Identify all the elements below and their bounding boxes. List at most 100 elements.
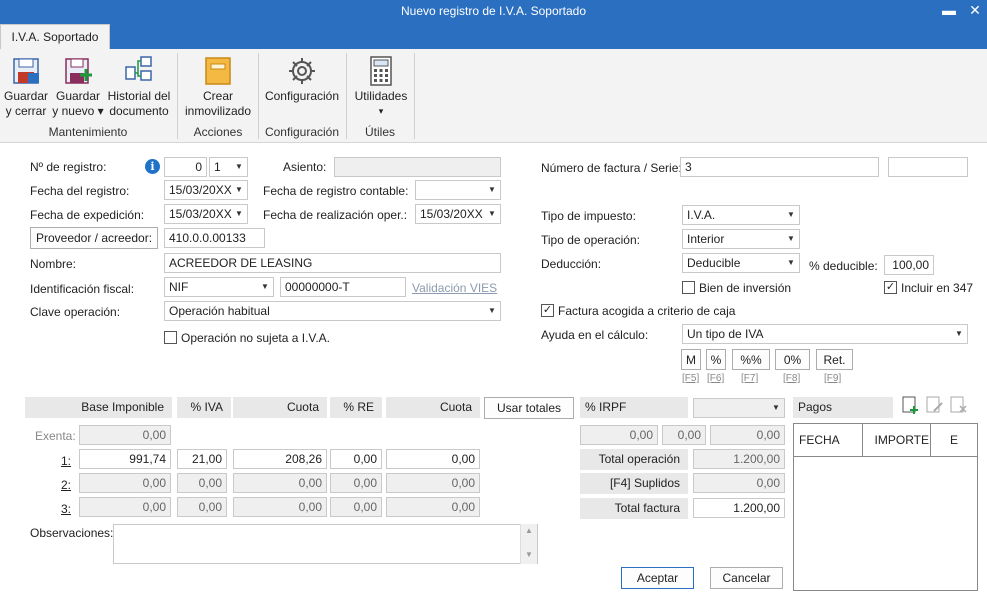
- total-factura-value[interactable]: 1.200,00: [693, 498, 785, 518]
- calc-pctpct-button[interactable]: %%: [732, 349, 770, 370]
- calc-pct-button[interactable]: %: [706, 349, 726, 370]
- key-hint-f9: [F9]: [824, 373, 842, 384]
- fecha-registro-value: 15/03/20XX: [169, 183, 232, 197]
- payments-header-importe: IMPORTE: [863, 424, 931, 457]
- fecha-realizacion-value: 15/03/20XX: [420, 207, 483, 221]
- create-asset-button[interactable]: Crear inmovilizado: [182, 55, 254, 119]
- pct-deducible-input[interactable]: 100,00: [884, 255, 934, 275]
- save-close-label-1: Guardar: [3, 89, 49, 103]
- ident-tipo-select[interactable]: NIF ▼: [164, 277, 274, 297]
- deduccion-select[interactable]: Deducible ▼: [682, 253, 800, 273]
- num-factura-label: Número de factura / Serie:: [541, 161, 682, 175]
- cuota-input[interactable]: 0,00: [233, 497, 327, 517]
- add-payment-icon[interactable]: [900, 394, 922, 416]
- accept-button[interactable]: Aceptar: [621, 567, 694, 589]
- payments-header-e: E: [931, 424, 977, 457]
- row-label: 2:: [61, 478, 72, 492]
- clave-operacion-select[interactable]: Operación habitual ▼: [164, 301, 501, 321]
- ayuda-calculo-select[interactable]: Un tipo de IVA ▼: [682, 324, 968, 344]
- observaciones-scrollbar[interactable]: ▲ ▼: [520, 524, 537, 564]
- tipo-impuesto-label: Tipo de impuesto:: [541, 209, 636, 223]
- tab-iva-soportado[interactable]: I.V.A. Soportado: [0, 24, 110, 49]
- edit-payment-icon[interactable]: [924, 394, 946, 416]
- utilities-button[interactable]: Utilidades ▾: [350, 55, 412, 119]
- n-registro-serie-select[interactable]: 1 ▼: [209, 157, 248, 177]
- fecha-expedicion-date[interactable]: 15/03/20XX ▼: [164, 204, 248, 224]
- validacion-vies-link[interactable]: Validación VIES: [412, 281, 497, 295]
- cancel-button[interactable]: Cancelar: [710, 567, 783, 589]
- op-no-sujeta-checkbox[interactable]: [164, 331, 177, 344]
- incluir-347-checkbox[interactable]: ✓: [884, 281, 897, 294]
- proveedor-button[interactable]: Proveedor / acreedor:: [30, 227, 158, 249]
- pct-iva-input[interactable]: 0,00: [177, 473, 227, 493]
- incluir-347-label: Incluir en 347: [901, 281, 974, 295]
- info-icon[interactable]: i: [145, 159, 160, 174]
- minimize-button[interactable]: ▬: [937, 0, 961, 22]
- ident-num-input[interactable]: 00000000-T: [280, 277, 406, 297]
- irpf-pct-input[interactable]: 0,00: [662, 425, 706, 445]
- cuota-re-input[interactable]: 0,00: [386, 473, 480, 493]
- save-new-button[interactable]: Guardar y nuevo ▾: [52, 55, 104, 119]
- num-factura-input[interactable]: 3: [680, 157, 879, 177]
- pct-iva-input[interactable]: 0,00: [177, 497, 227, 517]
- bien-inversion-label: Bien de inversión: [699, 281, 792, 295]
- cuota-re-input[interactable]: 0,00: [386, 497, 480, 517]
- base-imponible-input[interactable]: 0,00: [79, 473, 171, 493]
- configuration-label: Configuración: [264, 89, 340, 103]
- tipo-operacion-select[interactable]: Interior ▼: [682, 229, 800, 249]
- delete-payment-icon[interactable]: [948, 394, 970, 416]
- observaciones-textarea[interactable]: [113, 524, 538, 564]
- proveedor-cuenta-input[interactable]: 410.0.0.00133: [164, 228, 265, 248]
- document-history-icon: [125, 56, 152, 81]
- nombre-input[interactable]: ACREEDOR DE LEASING: [164, 253, 501, 273]
- row-label: 1:: [61, 454, 72, 468]
- cuota-input[interactable]: 0,00: [233, 473, 327, 493]
- save-close-icon: [13, 58, 39, 84]
- pct-re-input[interactable]: 0,00: [330, 449, 382, 469]
- scroll-up-icon[interactable]: ▲: [521, 524, 537, 538]
- history-label-1: Historial del: [107, 89, 171, 103]
- fecha-contable-date[interactable]: ▼: [415, 180, 501, 200]
- fecha-realizacion-date[interactable]: 15/03/20XX ▼: [415, 204, 501, 224]
- exenta-label: Exenta:: [35, 429, 76, 443]
- serie-value: 1: [214, 160, 221, 174]
- usar-totales-button[interactable]: Usar totales: [484, 397, 574, 419]
- cuota-input[interactable]: 208,26: [233, 449, 327, 469]
- calc-m-button[interactable]: M: [681, 349, 701, 370]
- tipo-impuesto-select[interactable]: I.V.A. ▼: [682, 205, 800, 225]
- exenta-input[interactable]: 0,00: [79, 425, 171, 445]
- clave-operacion-value: Operación habitual: [169, 304, 270, 318]
- bien-inversion-checkbox[interactable]: [682, 281, 695, 294]
- criterio-caja-checkbox[interactable]: ✓: [541, 304, 554, 317]
- calculator-icon: [370, 56, 392, 86]
- suplidos-label[interactable]: [F4] Suplidos: [580, 473, 688, 494]
- irpf-base-input[interactable]: 0,00: [580, 425, 658, 445]
- configuration-button[interactable]: Configuración: [262, 55, 342, 104]
- fecha-realizacion-label: Fecha de realización oper.:: [263, 208, 408, 222]
- pct-re-input[interactable]: 0,00: [330, 497, 382, 517]
- save-new-icon: [65, 58, 92, 84]
- irpf-select[interactable]: ▼: [693, 398, 785, 418]
- save-close-button[interactable]: Guardar y cerrar: [3, 55, 49, 119]
- key-hint-f5: [F5]: [682, 373, 700, 384]
- chevron-down-icon: ▼: [235, 185, 243, 194]
- scroll-down-icon[interactable]: ▼: [521, 548, 537, 562]
- calc-ret-button[interactable]: Ret.: [816, 349, 853, 370]
- n-registro-input[interactable]: 0: [164, 157, 207, 177]
- base-imponible-input[interactable]: 991,74: [79, 449, 171, 469]
- serie-input[interactable]: [888, 157, 968, 177]
- irpf-cuota-input[interactable]: 0,00: [710, 425, 785, 445]
- create-asset-label-2: inmovilizado: [184, 104, 252, 118]
- cuota-re-input[interactable]: 0,00: [386, 449, 480, 469]
- history-button[interactable]: Historial del documento: [106, 55, 172, 119]
- group-label-acciones: Acciones: [193, 125, 243, 139]
- save-new-label-1: Guardar: [55, 89, 101, 103]
- header-base-imponible: Base Imponible: [25, 397, 172, 418]
- close-button[interactable]: ✕: [963, 0, 987, 22]
- pct-iva-input[interactable]: 21,00: [177, 449, 227, 469]
- pct-re-input[interactable]: 0,00: [330, 473, 382, 493]
- fecha-registro-date[interactable]: 15/03/20XX ▼: [164, 180, 248, 200]
- calc-zero-button[interactable]: 0%: [775, 349, 810, 370]
- asiento-input[interactable]: [334, 157, 501, 177]
- base-imponible-input[interactable]: 0,00: [79, 497, 171, 517]
